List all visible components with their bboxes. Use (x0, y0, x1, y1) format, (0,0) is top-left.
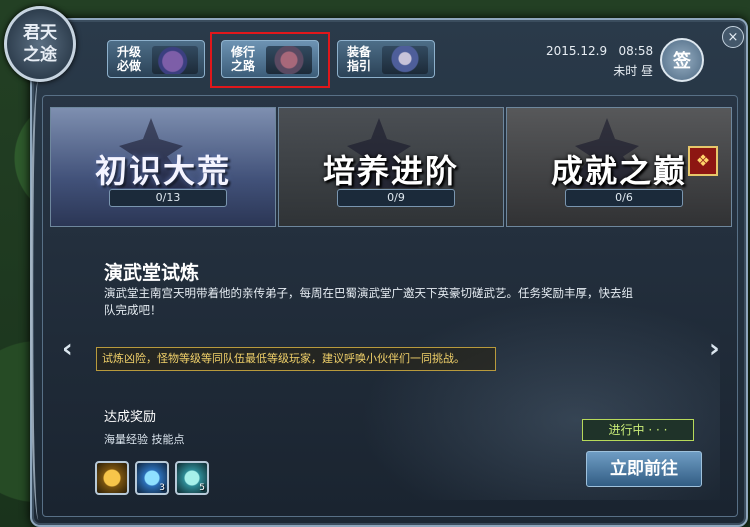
reward-count: 3 (159, 483, 165, 493)
task-description: 演武堂主南宫天明带着他的亲传弟子，每周在巴蜀演武堂广邀天下英豪切磋武艺。任务奖励… (104, 286, 633, 317)
task-warning: 试炼凶险，怪物等级等同队伍最低等级玩家，建议呼唤小伙伴们一同挑战。 (96, 347, 496, 371)
time-text: 08:58 (618, 44, 654, 58)
gift-box-icon[interactable]: ❖ (688, 146, 718, 176)
jade-orb-icon[interactable]: 5 (175, 461, 209, 495)
active-tab-highlight (210, 32, 330, 88)
task-title: 演武堂试炼 (104, 262, 200, 284)
status-badge: 进行中 · · · (582, 419, 694, 441)
game-clock: 2015.12.9 08:58 未时 昼 (546, 44, 653, 79)
stage-title: 初识大荒 (94, 152, 231, 190)
period-text: 未时 (613, 64, 638, 78)
sign-in-button[interactable]: 签 (660, 38, 704, 82)
tab-label: 装备指引 (347, 45, 372, 73)
tab-label: 升级必做 (117, 45, 142, 73)
go-now-button[interactable]: 立即前往 (586, 451, 702, 487)
window-emblem: 君天之途 (4, 6, 76, 82)
blue-orb-icon[interactable]: 3 (135, 461, 169, 495)
treasure-chest-icon (152, 46, 198, 74)
armor-icon (382, 46, 428, 74)
stage-card-first[interactable]: 初识大荒 0/13 (50, 107, 276, 227)
stage-title: 培养进阶 (322, 152, 459, 190)
reward-description: 海量经验 技能点 (104, 433, 185, 446)
stage-card-third[interactable]: 成就之巅 0/6 ❖ (506, 107, 732, 227)
close-button[interactable]: × (722, 26, 744, 48)
gold-ring-icon[interactable] (95, 461, 129, 495)
stage-card-second[interactable]: 培养进阶 0/9 (278, 107, 504, 227)
stage-progress: 0/13 (109, 189, 227, 207)
prev-arrow-icon[interactable]: ‹ (62, 334, 73, 364)
tab-upgrade-required[interactable]: 升级必做 (107, 40, 205, 78)
stage-progress: 0/6 (565, 189, 683, 207)
reward-count: 5 (199, 483, 205, 493)
stage-progress: 0/9 (337, 189, 455, 207)
date-text: 2015.12.9 (546, 44, 608, 58)
reward-title: 达成奖励 (104, 410, 157, 425)
next-arrow-icon[interactable]: › (709, 334, 720, 364)
tab-equipment-guide[interactable]: 装备指引 (337, 40, 435, 78)
day-phase-text: 昼 (641, 64, 654, 78)
